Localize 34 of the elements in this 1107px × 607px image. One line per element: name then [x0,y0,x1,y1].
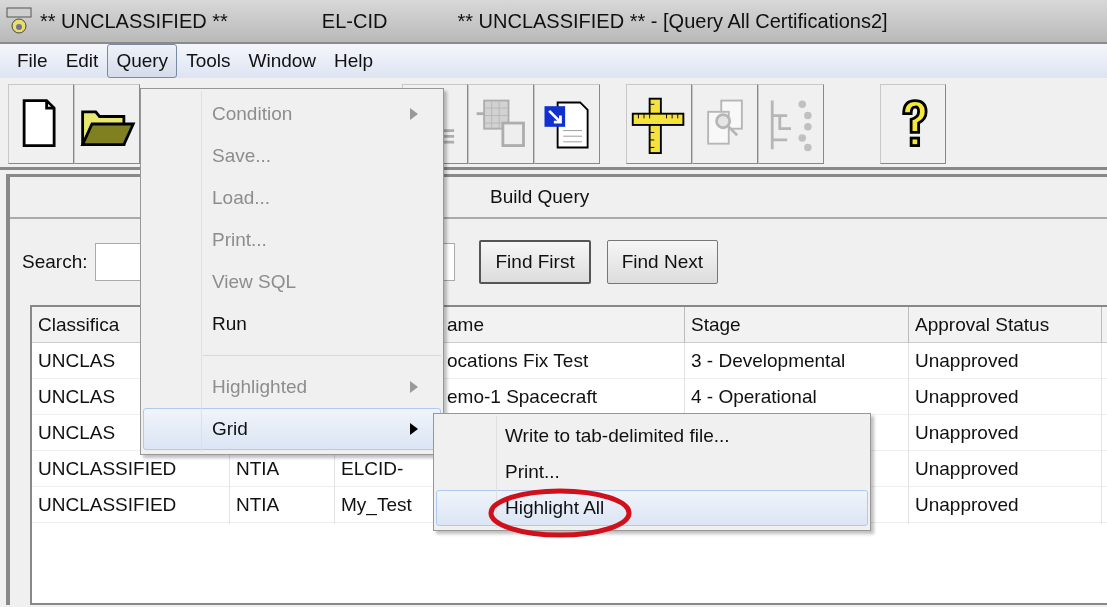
submenu-arrow-icon [410,423,418,435]
app-logo-icon [6,6,32,36]
menu-item[interactable]: File [8,43,57,79]
window-title: ** UNCLASSIFIED ** [40,9,228,34]
toolbar-button[interactable] [8,84,74,164]
menu-item[interactable]: Window [239,43,326,79]
toolbar-button[interactable] [74,84,140,164]
table-cell: Unapproved [909,343,1102,380]
window-title: EL-CID [321,9,388,34]
table-cell: Unapproved [909,379,1102,416]
menu-item[interactable]: Tools [177,43,240,79]
toolbar-button[interactable] [880,84,946,164]
table-cell: 3 - Developmental [685,343,909,380]
column-header[interactable]: Approval Status [909,307,1102,344]
submenu-arrow-icon [410,381,418,393]
toolbar-button[interactable] [626,84,692,164]
menu-item[interactable]: Help [325,43,383,79]
column-header[interactable]: Stage [685,307,909,344]
menu-item[interactable]: Highlight All [436,490,868,526]
window-title: ** UNCLASSIFIED ** - [Query All Certifications2] [457,9,888,34]
find-button[interactable]: Find Next [606,240,718,284]
find-button[interactable]: Find First [479,240,591,284]
toolbar-button[interactable] [534,84,600,164]
table-cell: UNCLASSIFIED [32,487,230,524]
menu-item[interactable]: Edit [56,43,108,79]
search-label: Search: [22,249,88,274]
submenu-arrow-icon [410,108,418,120]
table-cell: NTIA [230,487,335,524]
child-window-title: Build Query [490,184,590,209]
table-cell: Unapproved [909,415,1102,452]
menu-item[interactable]: Query [107,43,178,79]
menu-item[interactable]: Grid [143,408,441,450]
table-cell: Unapproved [909,487,1102,524]
table-cell: Unapproved [909,451,1102,488]
